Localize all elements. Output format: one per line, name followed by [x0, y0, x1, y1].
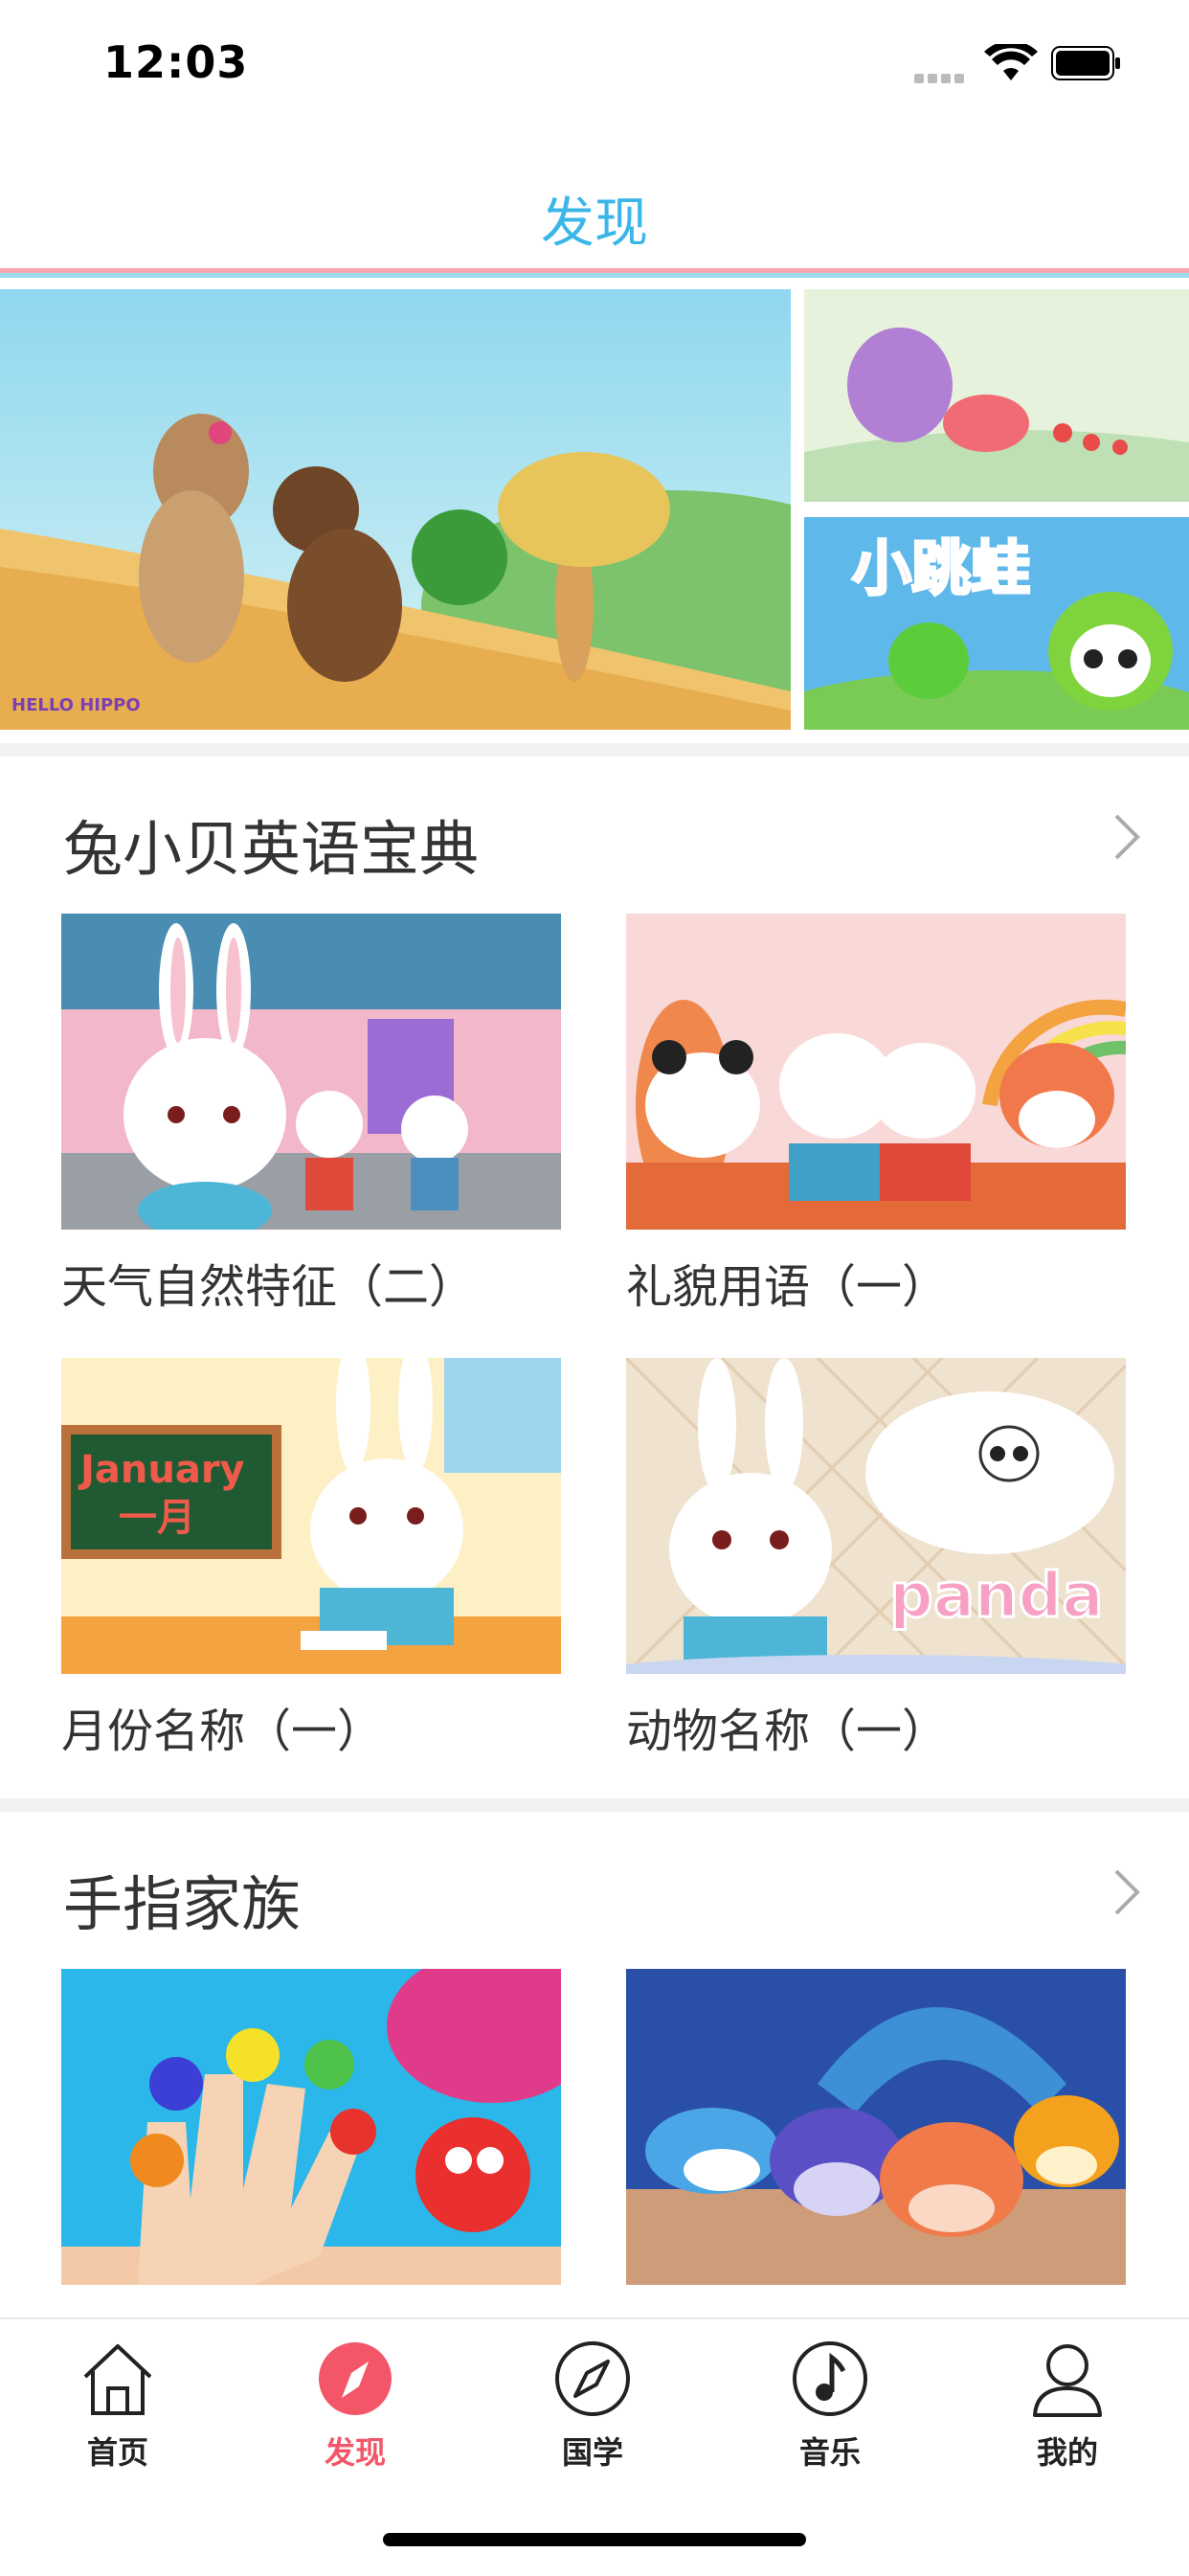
tab-label: 首页	[86, 2434, 148, 2471]
compass-filled-icon	[319, 2342, 392, 2415]
video-thumbnail	[626, 914, 1126, 1230]
video-card[interactable]	[626, 1969, 1126, 2304]
compass-icon	[555, 2341, 630, 2416]
music-note-icon	[793, 2341, 867, 2416]
chevron-right-icon[interactable]	[1107, 810, 1145, 864]
tab-home[interactable]: 首页	[46, 2339, 190, 2473]
user-icon	[1033, 2344, 1102, 2417]
hello-hippo-logo: HELLO HIPPO	[11, 695, 141, 715]
tab-label: 国学	[561, 2434, 623, 2471]
tab-label: 发现	[324, 2434, 386, 2471]
status-bar: 12:03	[0, 0, 1189, 126]
tab-guoxue[interactable]: 国学	[521, 2339, 664, 2473]
video-thumbnail	[61, 914, 561, 1230]
banner-main[interactable]: HELLO HIPPO	[0, 289, 791, 730]
video-title: 动物名称（一）	[626, 1705, 949, 1758]
video-card[interactable]	[61, 1969, 561, 2304]
battery-icon	[1051, 46, 1120, 80]
section-title: 兔小贝英语宝典	[63, 814, 480, 884]
video-thumbnail	[626, 1969, 1126, 2285]
video-card[interactable]: January 一月 月份名称（一）	[61, 1358, 561, 1760]
wifi-icon	[984, 44, 1038, 80]
home-indicator[interactable]	[383, 2533, 806, 2546]
january-cn-text: 一月	[119, 1496, 195, 1540]
video-card[interactable]: 礼貌用语（一）	[626, 914, 1126, 1316]
banner-side-bottom[interactable]: 小跳蛙	[804, 517, 1189, 730]
video-thumbnail: panda	[626, 1358, 1126, 1674]
navbar: 发现	[0, 153, 1189, 268]
video-thumbnail	[61, 1969, 561, 2285]
video-title: 天气自然特征（二）	[61, 1260, 476, 1314]
video-card[interactable]: 天气自然特征（二）	[61, 914, 561, 1316]
tab-music[interactable]: 音乐	[758, 2339, 902, 2473]
video-thumbnail: January 一月	[61, 1358, 561, 1674]
banner-side-top[interactable]	[804, 289, 1189, 502]
section-header[interactable]: 手指家族	[63, 1856, 1140, 1939]
video-title: 月份名称（一）	[61, 1705, 384, 1758]
tab-mine[interactable]: 我的	[996, 2339, 1139, 2473]
section-header[interactable]: 兔小贝英语宝典	[63, 801, 1140, 884]
section-divider	[0, 1798, 1189, 1812]
tab-label: 我的	[1036, 2434, 1098, 2471]
panda-text: panda	[889, 1561, 1104, 1632]
xiaotiaowa-title: 小跳蛙	[852, 533, 1030, 603]
home-icon	[83, 2344, 152, 2415]
video-title: 礼貌用语（一）	[626, 1260, 949, 1314]
section-divider	[0, 743, 1189, 757]
video-card[interactable]: panda 动物名称（一）	[626, 1358, 1126, 1760]
status-time: 12:03	[103, 36, 249, 88]
january-text: January	[78, 1448, 245, 1492]
chevron-right-icon[interactable]	[1107, 1865, 1145, 1919]
section-title: 手指家族	[63, 1869, 302, 1939]
tab-discover[interactable]: 发现	[283, 2339, 427, 2473]
navbar-divider	[0, 268, 1189, 278]
tab-label: 音乐	[798, 2434, 861, 2471]
page-title: 发现	[541, 192, 648, 255]
cellular-signal-icon	[914, 69, 970, 83]
